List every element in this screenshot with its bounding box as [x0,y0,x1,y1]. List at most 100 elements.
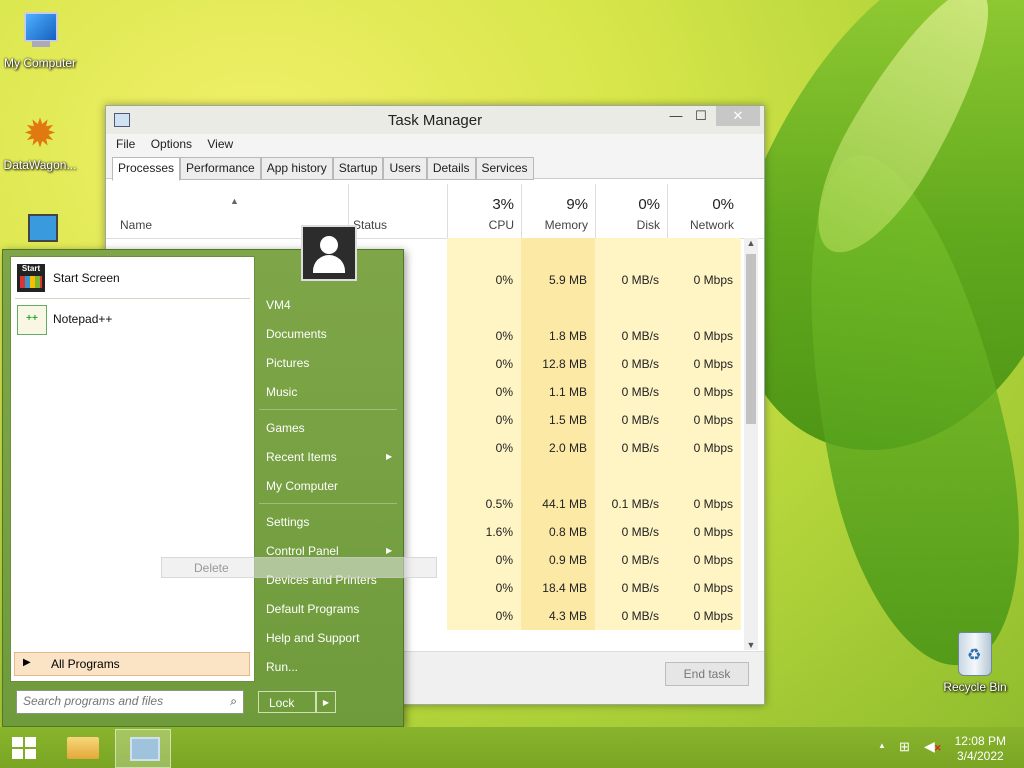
start-item-label: Pictures [266,356,310,370]
close-button[interactable]: ✕ [716,106,760,126]
computer-icon [18,10,62,54]
cpu-cell: 0% [447,546,521,574]
cpu-cell: 0% [447,266,521,294]
search-box[interactable]: ⌕ [16,690,244,714]
desktop-icon-recycle-bin[interactable]: Recycle Bin [935,632,1015,694]
start-item-label: Default Programs [266,602,360,616]
tab-app-history[interactable]: App history [260,157,333,180]
program-start-screen[interactable]: Start Start Screen [15,261,247,295]
network-cell: 0 Mbps [667,378,741,406]
start-item-documents[interactable]: Documents [266,324,327,344]
taskbar-task-manager[interactable] [115,729,171,768]
network-cell: 0 Mbps [667,602,741,630]
start-item-pictures[interactable]: Pictures [266,353,309,373]
menu-view[interactable]: View [207,134,233,154]
memory-cell: 44.1 MB [521,490,595,518]
disk-cell [595,462,667,490]
column-header: ▲ Name Status 3% CPU 9% Memory 0% Disk 0… [106,184,764,239]
memory-cell: 18.4 MB [521,574,595,602]
search-icon[interactable]: ⌕ [230,694,237,709]
context-menu-delete[interactable]: Delete [161,557,437,578]
cpu-cell: 0% [447,378,521,406]
menu-file[interactable]: File [116,134,135,154]
cpu-cell: 0% [447,350,521,378]
start-button[interactable] [0,727,48,768]
programs-pane: Start Start Screen ++ Notepad++ ▶ All Pr… [10,256,255,682]
start-item-my-computer[interactable]: My Computer [266,476,338,496]
disk-cell: 0 MB/s [595,350,667,378]
tab-processes[interactable]: Processes [112,157,181,181]
tab-performance[interactable]: Performance [180,157,261,180]
disk-cell: 0 MB/s [595,322,667,350]
scroll-down-icon[interactable]: ▼ [744,640,758,650]
cpu-cell: 0.5% [447,490,521,518]
folder-icon [67,737,99,759]
network-cell: 0 Mbps [667,518,741,546]
start-menu: Start Start Screen ++ Notepad++ ▶ All Pr… [2,225,404,727]
start-item-default-programs[interactable]: Default Programs [266,599,359,619]
tab-startup[interactable]: Startup [332,157,384,180]
tab-users[interactable]: Users [383,157,427,180]
network-cell [667,462,741,490]
show-hidden-icons-icon[interactable]: ▲ [878,741,886,750]
tab-services[interactable]: Services [475,157,534,180]
datawagon-icon: ✹ [23,112,57,156]
taskbar-file-explorer[interactable] [55,729,109,766]
lock-options-arrow-icon[interactable]: ▶ [316,691,336,713]
start-item-label: Control Panel [266,544,339,558]
disk-cell [595,238,667,266]
memory-cell: 0.9 MB [521,546,595,574]
menu-options[interactable]: Options [151,134,192,154]
separator [259,409,397,410]
cpu-cell [447,462,521,490]
memory-cell: 2.0 MB [521,434,595,462]
cpu-cell: 0% [447,602,521,630]
vertical-scrollbar[interactable]: ▲ ▼ [744,238,758,650]
disk-cell: 0 MB/s [595,518,667,546]
network-computer-icon [18,210,62,254]
separator [15,298,250,299]
start-item-vm4[interactable]: VM4 [266,295,291,315]
network-icon[interactable]: ⊞ [899,739,910,755]
clock[interactable]: 12:08 PM 3/4/2022 [955,734,1006,764]
submenu-arrow-icon: ▶ [386,452,393,461]
desktop-icon-label: My Computer [3,56,77,70]
network-cell: 0 Mbps [667,574,741,602]
memory-cell: 12.8 MB [521,350,595,378]
start-item-help-and-support[interactable]: Help and Support [266,628,359,648]
all-programs-button[interactable]: ▶ All Programs [14,652,250,676]
clock-time: 12:08 PM [954,734,1006,748]
search-input[interactable] [17,691,219,711]
scrollbar-thumb[interactable] [746,254,756,424]
column-disk[interactable]: 0% Disk [595,184,668,238]
memory-cell: 1.5 MB [521,406,595,434]
start-item-label: Run... [266,660,299,674]
start-item-settings[interactable]: Settings [266,512,309,532]
tab-details[interactable]: Details [426,157,476,180]
start-item-music[interactable]: Music [266,382,297,402]
end-task-button[interactable]: End task [665,662,749,686]
column-cpu[interactable]: 3% CPU [447,184,522,238]
program-notepad-plus-plus[interactable]: ++ Notepad++ [15,302,247,336]
column-status[interactable]: Status [348,184,449,238]
scroll-up-icon[interactable]: ▲ [744,238,758,248]
lock-button[interactable]: Lock [258,691,316,713]
column-network[interactable]: 0% Network [667,184,742,238]
maximize-button[interactable]: ☐ [686,106,716,126]
cpu-cell: 0% [447,574,521,602]
network-cell: 0 Mbps [667,322,741,350]
column-memory[interactable]: 9% Memory [521,184,596,238]
title-bar[interactable]: Task Manager — ☐ ✕ [106,106,764,134]
muted-icon: ✕ [934,743,942,753]
memory-cell: 1.8 MB [521,322,595,350]
start-item-recent-items[interactable]: Recent Items ▶ [266,447,392,467]
start-item-label: Settings [266,515,310,529]
desktop-icon-datawagon[interactable]: ✹ DataWagon... [0,112,80,172]
user-avatar[interactable] [301,225,357,281]
network-cell: 0 Mbps [667,490,741,518]
cpu-cell [447,294,521,322]
start-item-games[interactable]: Games [266,418,305,438]
start-item-run[interactable]: Run... [266,657,298,677]
desktop-icon-my-computer[interactable]: My Computer [0,10,80,70]
menu-bar: File Options View [106,134,764,154]
